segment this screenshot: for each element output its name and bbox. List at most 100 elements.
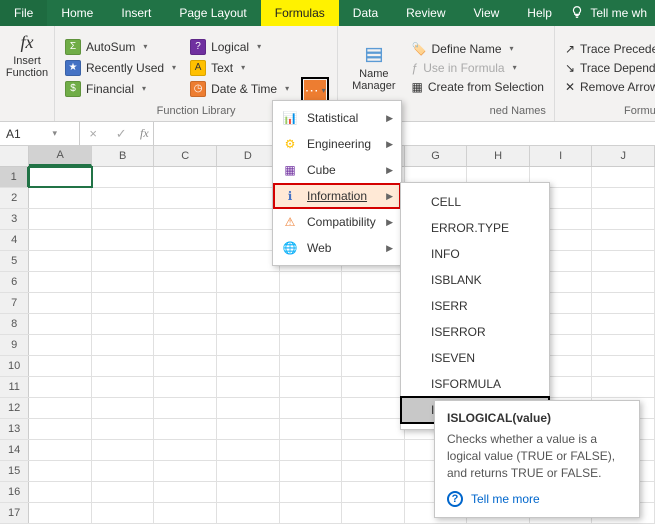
trace-precedents-button[interactable]: ↗Trace Precedents: [563, 41, 655, 57]
tab-file[interactable]: File: [0, 0, 47, 26]
more-functions-button[interactable]: ⋯: [304, 80, 326, 100]
menu-item-information[interactable]: ℹInformation▶: [273, 183, 401, 209]
cell-F10[interactable]: [342, 356, 405, 376]
cell-J3[interactable]: [592, 209, 655, 229]
row-header-1[interactable]: 1: [0, 167, 29, 187]
cell-C4[interactable]: [154, 230, 217, 250]
cell-B12[interactable]: [92, 398, 155, 418]
cell-D17[interactable]: [217, 503, 280, 523]
col-header-G[interactable]: G: [405, 146, 468, 166]
row-header-6[interactable]: 6: [0, 272, 29, 292]
autosum-button[interactable]: ΣAutoSum: [63, 38, 178, 56]
cell-B5[interactable]: [92, 251, 155, 271]
cell-B10[interactable]: [92, 356, 155, 376]
cell-B6[interactable]: [92, 272, 155, 292]
cell-B1[interactable]: [92, 167, 155, 187]
cell-D2[interactable]: [217, 188, 280, 208]
cell-B9[interactable]: [92, 335, 155, 355]
cell-E13[interactable]: [280, 419, 343, 439]
row-header-7[interactable]: 7: [0, 293, 29, 313]
cell-J10[interactable]: [592, 356, 655, 376]
col-header-H[interactable]: H: [467, 146, 530, 166]
cell-F15[interactable]: [342, 461, 405, 481]
financial-button[interactable]: $Financial: [63, 80, 178, 98]
cell-A15[interactable]: [29, 461, 92, 481]
cell-D12[interactable]: [217, 398, 280, 418]
cell-B16[interactable]: [92, 482, 155, 502]
cell-F13[interactable]: [342, 419, 405, 439]
cell-B7[interactable]: [92, 293, 155, 313]
tab-insert[interactable]: Insert: [107, 0, 165, 26]
cell-D6[interactable]: [217, 272, 280, 292]
cell-A2[interactable]: [29, 188, 92, 208]
tab-home[interactable]: Home: [47, 0, 107, 26]
cell-A9[interactable]: [29, 335, 92, 355]
cell-A1[interactable]: [29, 167, 92, 187]
recently-used-button[interactable]: ★Recently Used: [63, 59, 178, 77]
cell-B11[interactable]: [92, 377, 155, 397]
name-box[interactable]: A1: [0, 122, 80, 145]
cell-F12[interactable]: [342, 398, 405, 418]
fx-icon-bar[interactable]: fx: [136, 126, 153, 141]
cell-D14[interactable]: [217, 440, 280, 460]
menu-item-cube[interactable]: ▦Cube▶: [273, 157, 401, 183]
cell-F6[interactable]: [342, 272, 405, 292]
cell-C9[interactable]: [154, 335, 217, 355]
cell-A8[interactable]: [29, 314, 92, 334]
cell-B4[interactable]: [92, 230, 155, 250]
cell-E6[interactable]: [280, 272, 343, 292]
col-header-D[interactable]: D: [217, 146, 280, 166]
cell-B2[interactable]: [92, 188, 155, 208]
tab-page-layout[interactable]: Page Layout: [165, 0, 260, 26]
remove-arrows-button[interactable]: ✕Remove Arrows: [563, 79, 655, 95]
cell-D10[interactable]: [217, 356, 280, 376]
function-item-info[interactable]: INFO: [401, 241, 549, 267]
function-item-error-type[interactable]: ERROR.TYPE: [401, 215, 549, 241]
cell-E9[interactable]: [280, 335, 343, 355]
cell-C15[interactable]: [154, 461, 217, 481]
cell-E11[interactable]: [280, 377, 343, 397]
cell-A7[interactable]: [29, 293, 92, 313]
cell-B17[interactable]: [92, 503, 155, 523]
col-header-C[interactable]: C: [154, 146, 217, 166]
cell-B3[interactable]: [92, 209, 155, 229]
cell-E16[interactable]: [280, 482, 343, 502]
cell-A3[interactable]: [29, 209, 92, 229]
create-from-selection-button[interactable]: ▦Create from Selection: [410, 79, 546, 95]
col-header-B[interactable]: B: [92, 146, 155, 166]
tab-data[interactable]: Data: [339, 0, 392, 26]
name-manager-button[interactable]: Name Manager: [346, 30, 401, 105]
cell-E10[interactable]: [280, 356, 343, 376]
cell-D5[interactable]: [217, 251, 280, 271]
cell-J8[interactable]: [592, 314, 655, 334]
cell-D16[interactable]: [217, 482, 280, 502]
cell-J1[interactable]: [592, 167, 655, 187]
cell-F17[interactable]: [342, 503, 405, 523]
cell-D1[interactable]: [217, 167, 280, 187]
cell-F16[interactable]: [342, 482, 405, 502]
col-header-I[interactable]: I: [530, 146, 593, 166]
cell-C7[interactable]: [154, 293, 217, 313]
tab-view[interactable]: View: [460, 0, 514, 26]
menu-item-compatibility[interactable]: ⚠Compatibility▶: [273, 209, 401, 235]
tab-review[interactable]: Review: [392, 0, 459, 26]
text-button[interactable]: AText: [188, 59, 291, 77]
function-item-cell[interactable]: CELL: [401, 189, 549, 215]
row-header-2[interactable]: 2: [0, 188, 29, 208]
cell-A14[interactable]: [29, 440, 92, 460]
function-item-iseven[interactable]: ISEVEN: [401, 345, 549, 371]
tab-formulas[interactable]: Formulas: [261, 0, 339, 26]
cell-J5[interactable]: [592, 251, 655, 271]
date-time-button[interactable]: ◷Date & Time: [188, 80, 291, 98]
select-all-corner[interactable]: [0, 146, 29, 166]
cell-A6[interactable]: [29, 272, 92, 292]
cell-E12[interactable]: [280, 398, 343, 418]
cell-J7[interactable]: [592, 293, 655, 313]
cell-C8[interactable]: [154, 314, 217, 334]
function-item-iserror[interactable]: ISERROR: [401, 319, 549, 345]
menu-item-engineering[interactable]: ⚙Engineering▶: [273, 131, 401, 157]
menu-item-statistical[interactable]: 📊Statistical▶: [273, 105, 401, 131]
cell-A11[interactable]: [29, 377, 92, 397]
cell-C14[interactable]: [154, 440, 217, 460]
cell-J9[interactable]: [592, 335, 655, 355]
